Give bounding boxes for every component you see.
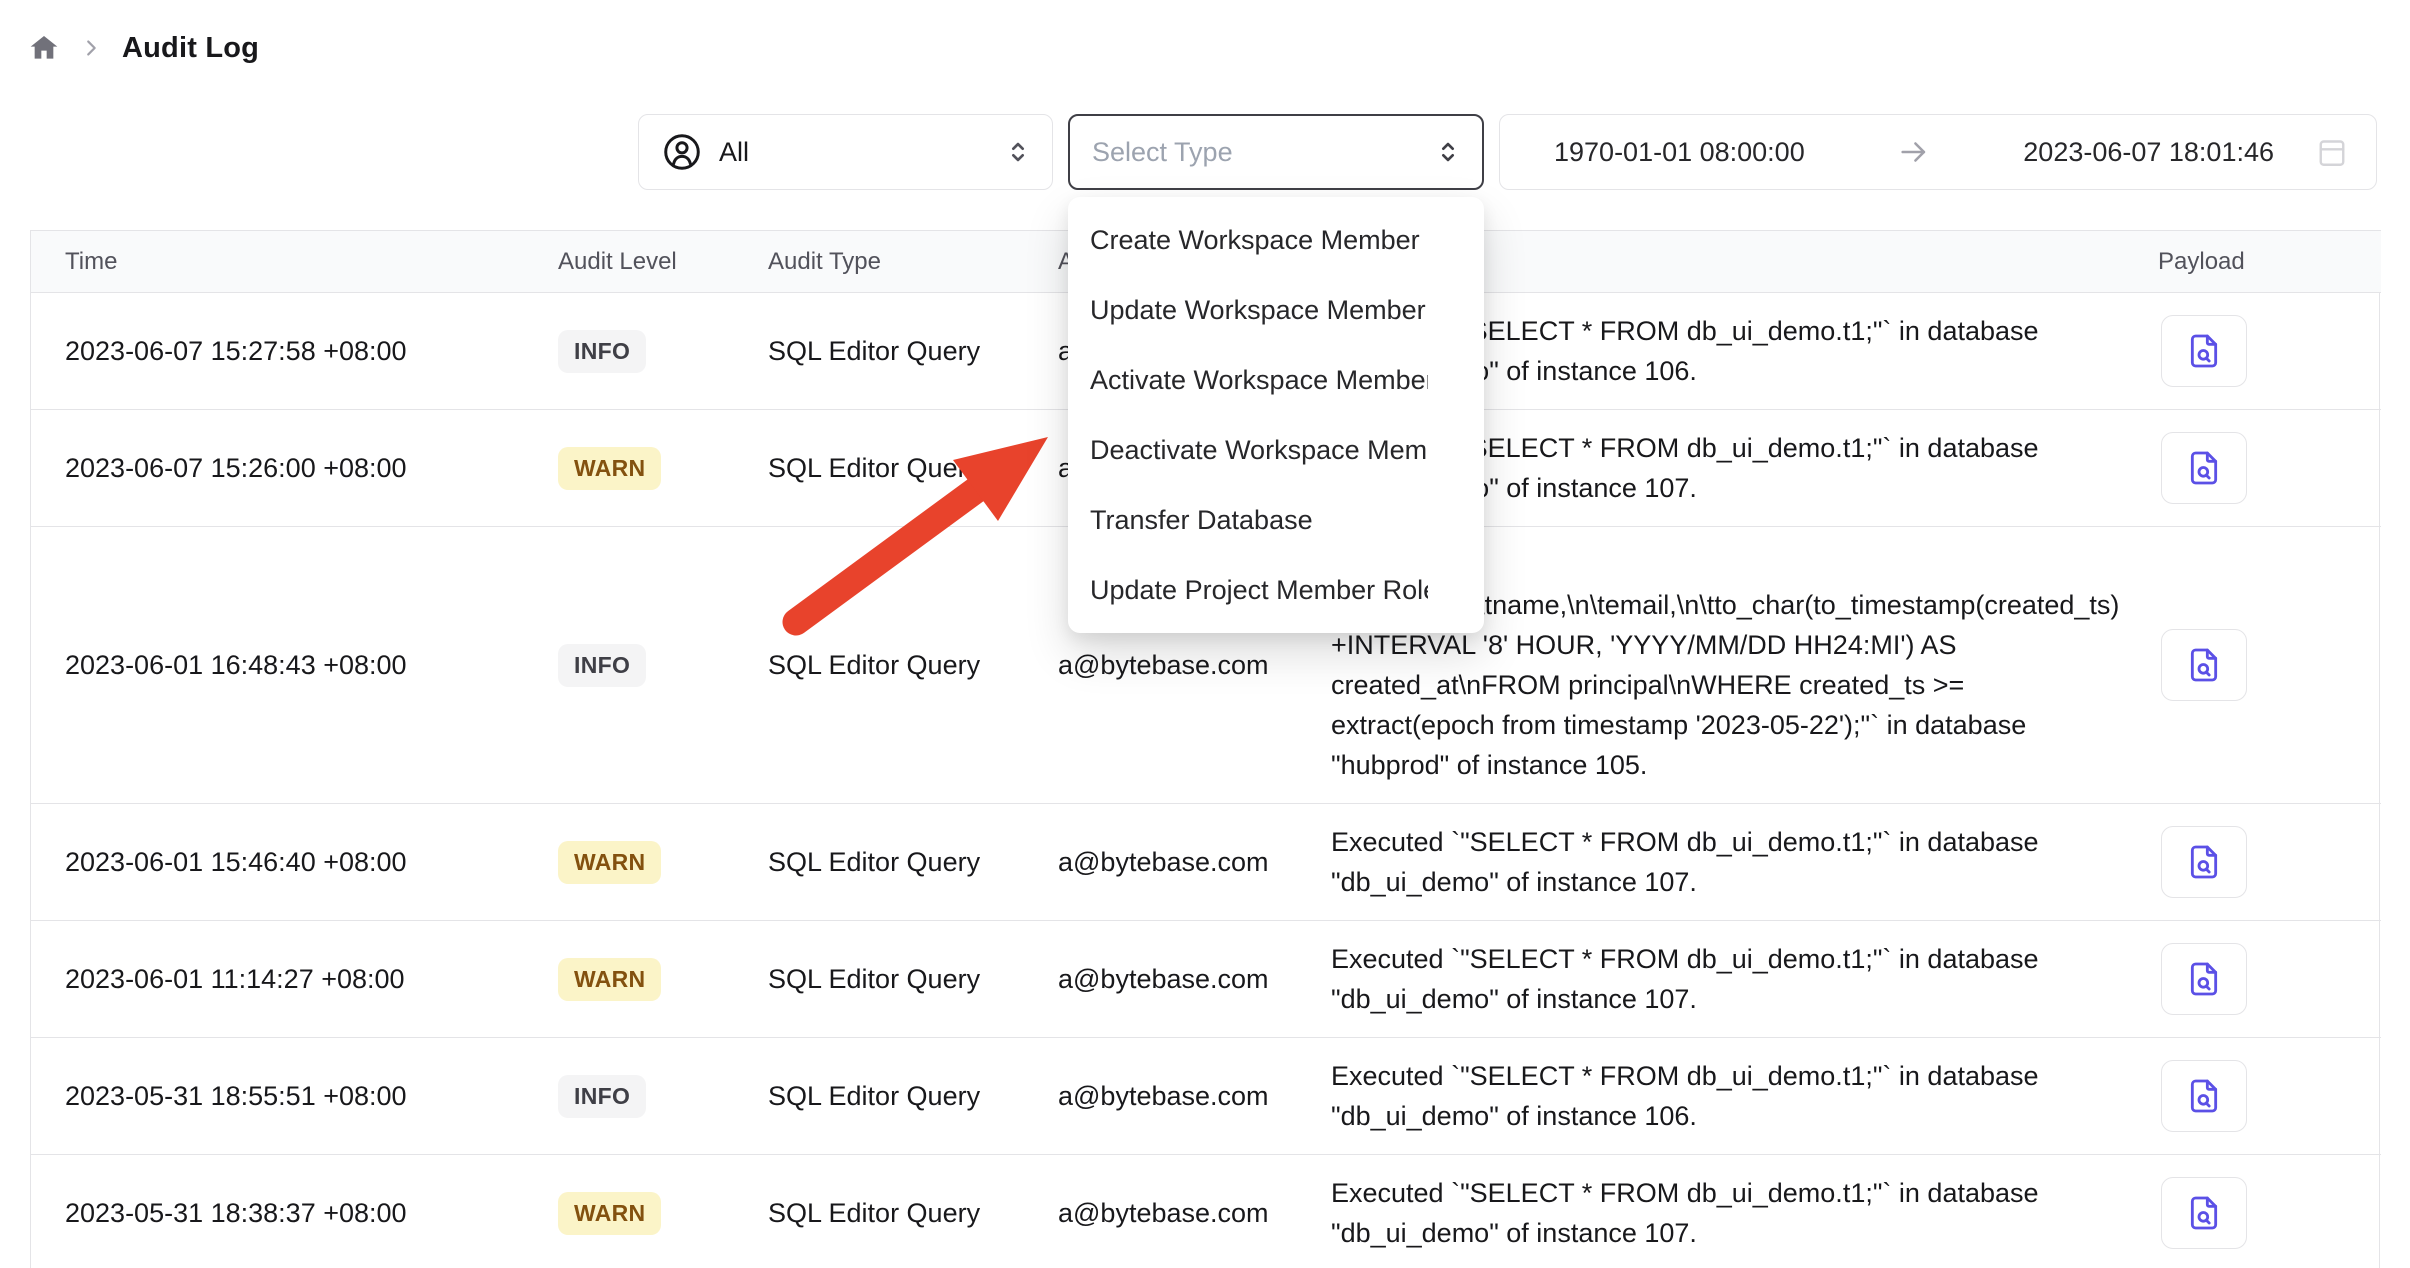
type-filter-placeholder: Select Type: [1092, 137, 1434, 168]
menu-item-activate-workspace-member[interactable]: Activate Workspace Member: [1068, 345, 1428, 415]
view-payload-button[interactable]: [2161, 1060, 2247, 1132]
cell-audit-type: SQL Editor Query: [768, 293, 1058, 410]
cell-time: 2023-06-07 15:27:58 +08:00: [31, 293, 558, 410]
calendar-icon[interactable]: [2314, 134, 2350, 170]
cell-comment: Executed `"SELECT * FROM db_ui_demo.t1;"…: [1331, 1038, 2158, 1155]
home-icon[interactable]: [28, 32, 60, 64]
view-payload-button[interactable]: [2161, 1177, 2247, 1249]
cell-audit-type: SQL Editor Query: [768, 527, 1058, 804]
cell-time: 2023-06-01 15:46:40 +08:00: [31, 804, 558, 921]
file-search-icon: [2184, 645, 2224, 685]
cell-audit-type: SQL Editor Query: [768, 921, 1058, 1038]
cell-actor: a@bytebase.com: [1058, 921, 1331, 1038]
view-payload-button[interactable]: [2161, 629, 2247, 701]
person-circle-icon: [661, 131, 703, 173]
status-badge: INFO: [558, 644, 646, 687]
cell-time: 2023-06-07 15:26:00 +08:00: [31, 410, 558, 527]
date-range-picker[interactable]: 1970-01-01 08:00:00 2023-06-07 18:01:46: [1499, 114, 2377, 190]
status-badge: WARN: [558, 841, 661, 884]
cell-comment: Executed `"SELECT * FROM db_ui_demo.t1;"…: [1331, 1155, 2158, 1268]
table-row: 2023-06-01 15:46:40 +08:00 WARN SQL Edit…: [31, 804, 2381, 921]
updown-chevrons-icon: [1004, 138, 1032, 166]
view-payload-button[interactable]: [2161, 432, 2247, 504]
cell-audit-type: SQL Editor Query: [768, 804, 1058, 921]
col-header-audit-level: Audit Level: [558, 231, 768, 293]
cell-time: 2023-06-01 11:14:27 +08:00: [31, 921, 558, 1038]
col-header-payload: Payload: [2158, 231, 2381, 293]
file-search-icon: [2184, 1193, 2224, 1233]
menu-item-transfer-database[interactable]: Transfer Database: [1068, 485, 1428, 555]
cell-actor: a@bytebase.com: [1058, 804, 1331, 921]
date-range-start[interactable]: 1970-01-01 08:00:00: [1554, 137, 1805, 168]
cell-actor: a@bytebase.com: [1058, 1155, 1331, 1268]
type-dropdown-menu: Create Workspace Member Update Workspace…: [1068, 197, 1484, 633]
view-payload-button[interactable]: [2161, 826, 2247, 898]
cell-audit-type: SQL Editor Query: [768, 1155, 1058, 1268]
menu-item-update-workspace-member[interactable]: Update Workspace Member: [1068, 275, 1428, 345]
menu-item-deactivate-workspace-member[interactable]: Deactivate Workspace Member: [1068, 415, 1428, 485]
actor-filter-select[interactable]: All: [638, 114, 1053, 190]
file-search-icon: [2184, 1076, 2224, 1116]
status-badge: INFO: [558, 1075, 646, 1118]
menu-item-create-workspace-member[interactable]: Create Workspace Member: [1068, 205, 1428, 275]
status-badge: WARN: [558, 447, 661, 490]
col-header-time: Time: [31, 231, 558, 293]
audit-log-page: Audit Log All Select Type 1970-01: [0, 0, 2410, 1268]
arrow-right-icon: [1849, 135, 1980, 169]
updown-chevrons-icon: [1434, 138, 1462, 166]
cell-comment: Executed `"SELECT * FROM db_ui_demo.t1;"…: [1331, 804, 2158, 921]
cell-time: 2023-05-31 18:55:51 +08:00: [31, 1038, 558, 1155]
status-badge: WARN: [558, 958, 661, 1001]
view-payload-button[interactable]: [2161, 315, 2247, 387]
view-payload-button[interactable]: [2161, 943, 2247, 1015]
file-search-icon: [2184, 448, 2224, 488]
chevron-right-icon: [80, 37, 102, 59]
cell-audit-type: SQL Editor Query: [768, 1038, 1058, 1155]
cell-actor: a@bytebase.com: [1058, 1038, 1331, 1155]
filter-bar: All Select Type 1970-01-01 08:00:00 2023…: [0, 114, 2410, 190]
file-search-icon: [2184, 842, 2224, 882]
table-row: 2023-06-01 11:14:27 +08:00 WARN SQL Edit…: [31, 921, 2381, 1038]
file-search-icon: [2184, 331, 2224, 371]
cell-time: 2023-06-01 16:48:43 +08:00: [31, 527, 558, 804]
file-search-icon: [2184, 959, 2224, 999]
cell-time: 2023-05-31 18:38:37 +08:00: [31, 1155, 558, 1268]
cell-comment: Executed `"SELECT * FROM db_ui_demo.t1;"…: [1331, 921, 2158, 1038]
cell-audit-type: SQL Editor Query: [768, 410, 1058, 527]
table-row: 2023-05-31 18:55:51 +08:00 INFO SQL Edit…: [31, 1038, 2381, 1155]
menu-item-update-project-member-role[interactable]: Update Project Member Role: [1068, 555, 1428, 625]
date-range-end[interactable]: 2023-06-07 18:01:46: [2023, 137, 2274, 168]
col-header-audit-type: Audit Type: [768, 231, 1058, 293]
status-badge: INFO: [558, 330, 646, 373]
type-filter-select[interactable]: Select Type: [1068, 114, 1484, 190]
page-title: Audit Log: [122, 32, 259, 65]
table-row: 2023-05-31 18:38:37 +08:00 WARN SQL Edit…: [31, 1155, 2381, 1268]
breadcrumb: Audit Log: [28, 24, 259, 72]
status-badge: WARN: [558, 1192, 661, 1235]
actor-filter-value: All: [719, 137, 1004, 168]
